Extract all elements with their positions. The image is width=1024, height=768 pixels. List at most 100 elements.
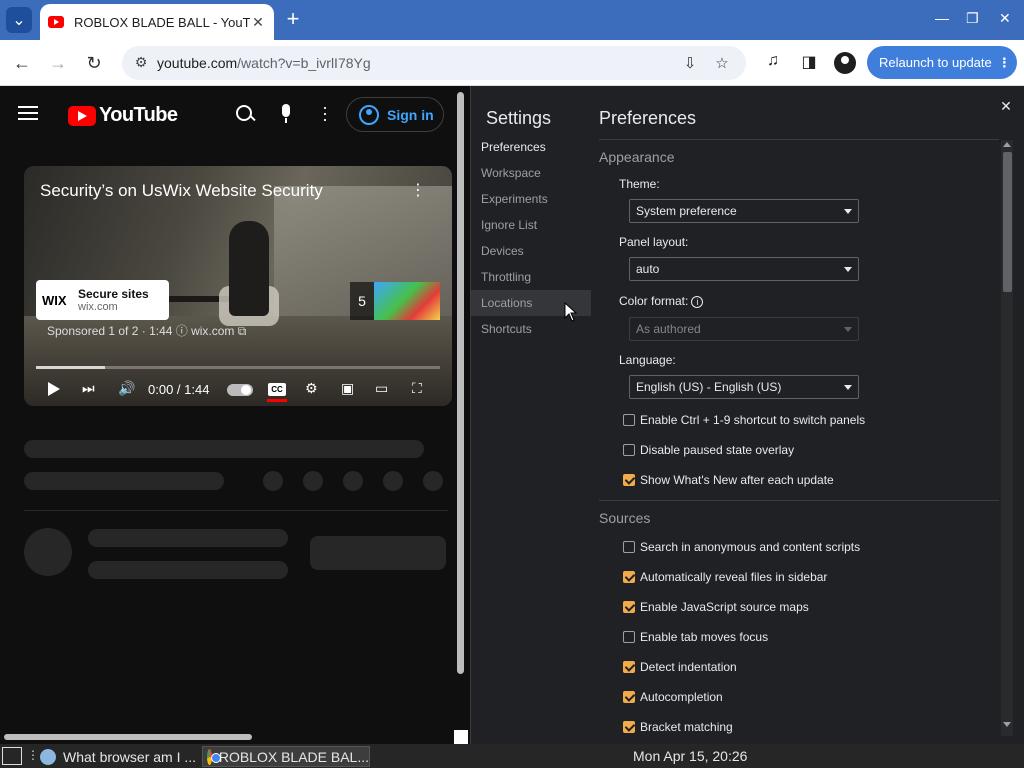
- autoplay-toggle[interactable]: [227, 384, 253, 396]
- menu-icon[interactable]: [18, 106, 38, 120]
- scroll-up-arrow-icon[interactable]: [1003, 142, 1011, 147]
- tab-youtube[interactable]: ROBLOX BLADE BALL - YouTube ✕: [40, 4, 274, 40]
- forward-button[interactable]: →: [46, 51, 70, 75]
- settings-gear-icon[interactable]: ⚙: [305, 380, 318, 398]
- search-icon[interactable]: [234, 103, 256, 125]
- address-bar[interactable]: ⚙ youtube.com/watch?v=b_ivrlI78Yg ⇩ ☆: [122, 46, 746, 80]
- relaunch-button[interactable]: Relaunch to update ⋮: [867, 46, 1017, 79]
- back-button[interactable]: ←: [10, 51, 34, 75]
- taskbar-item-browser-1[interactable]: What browser am I ...: [36, 746, 198, 767]
- more-menu-icon[interactable]: ⋮: [998, 55, 1011, 71]
- close-settings-icon[interactable]: ✕: [999, 98, 1013, 115]
- reload-button[interactable]: ↻: [82, 51, 106, 75]
- miniplayer-icon[interactable]: ▣: [341, 380, 354, 398]
- volume-icon[interactable]: 🔊: [118, 380, 135, 398]
- checkbox-whats-new[interactable]: Show What's New after each update: [623, 472, 834, 488]
- language-value: English (US) - English (US): [636, 380, 782, 394]
- tab-search-button[interactable]: ⌄: [6, 7, 32, 33]
- video-player[interactable]: Security’s on Us⁣Wix Website Security ⋮ …: [24, 166, 452, 406]
- language-select[interactable]: English (US) - English (US): [629, 375, 859, 399]
- file-manager-icon[interactable]: [2, 747, 22, 765]
- restore-icon[interactable]: ❐: [966, 10, 979, 27]
- skeleton-button: [310, 536, 446, 570]
- account-icon: [359, 104, 379, 125]
- checkbox-box[interactable]: [623, 541, 635, 553]
- checkbox-label: Enable JavaScript source maps: [640, 600, 809, 614]
- color-format-select: As authored: [629, 317, 859, 341]
- close-window-icon[interactable]: ✕: [999, 10, 1011, 27]
- settings-nav-throttling[interactable]: Throttling: [471, 264, 591, 290]
- profile-avatar-icon[interactable]: [834, 52, 856, 74]
- dropdown-arrow-icon: [844, 327, 852, 332]
- microphone-icon[interactable]: [280, 104, 292, 124]
- settings-nav-experiments[interactable]: Experiments: [471, 186, 591, 212]
- minimize-icon[interactable]: —: [935, 10, 949, 26]
- youtube-logo[interactable]: YouTube: [68, 104, 178, 127]
- theme-select[interactable]: System preference: [629, 199, 859, 223]
- info-icon[interactable]: i: [691, 296, 704, 308]
- checkbox-bracket-matching[interactable]: Bracket matching: [623, 719, 733, 735]
- settings-title: Settings: [486, 108, 552, 128]
- checkbox-box[interactable]: [623, 474, 635, 486]
- checkbox-box[interactable]: [623, 631, 635, 643]
- checkbox-detect-indentation[interactable]: Detect indentation: [623, 659, 737, 675]
- site-info-icon[interactable]: ⚙: [132, 54, 150, 72]
- taskbar-item-label: What browser am I ...: [63, 748, 197, 765]
- settings-nav-preferences[interactable]: Preferences: [471, 134, 591, 160]
- progress-bar[interactable]: [36, 366, 440, 369]
- side-panel-icon[interactable]: ◨: [798, 52, 820, 74]
- checkbox-box[interactable]: [623, 444, 635, 456]
- settings-nav-devices[interactable]: Devices: [471, 238, 591, 264]
- checkbox-anonymous-scripts[interactable]: Search in anonymous and content scripts: [623, 539, 860, 555]
- skeleton-subtitle: [24, 472, 224, 490]
- horizontal-scrollbar-thumb[interactable]: [4, 734, 252, 740]
- theater-mode-icon[interactable]: ▭: [375, 380, 388, 398]
- fullscreen-icon[interactable]: ⛶: [412, 380, 422, 398]
- scroll-down-arrow-icon[interactable]: [1003, 722, 1011, 727]
- checkbox-box[interactable]: [623, 571, 635, 583]
- media-controls-icon[interactable]: ♫: [762, 52, 784, 74]
- page-scrollbar-thumb[interactable]: [457, 92, 464, 674]
- settings-kebab-icon[interactable]: · · ·: [320, 98, 330, 128]
- video-more-icon[interactable]: ⋮: [410, 180, 426, 200]
- tab-title: ROBLOX BLADE BALL - YouTube: [74, 14, 250, 30]
- checkbox-box[interactable]: [623, 721, 635, 733]
- settings-scrollbar-thumb[interactable]: [1003, 152, 1012, 292]
- checkbox-ctrl-shortcut[interactable]: Enable Ctrl + 1-9 shortcut to switch pan…: [623, 412, 865, 428]
- new-tab-button[interactable]: +: [282, 8, 304, 32]
- checkbox-source-maps[interactable]: Enable JavaScript source maps: [623, 599, 809, 615]
- skeleton-channel-sub: [88, 561, 288, 579]
- taskbar: ⋮ What browser am I ... ROBLOX BLADE BAL…: [0, 744, 1024, 768]
- settings-nav-workspace[interactable]: Workspace: [471, 160, 591, 186]
- install-app-icon[interactable]: ⇩: [680, 54, 700, 74]
- checkbox-label: Autocompletion: [640, 690, 723, 704]
- sponsored-info[interactable]: Sponsored 1 of 2 · 1:44 ⓘ wix.com ⧉: [47, 322, 246, 339]
- youtube-wordmark: YouTube: [99, 104, 178, 126]
- panel-layout-select[interactable]: auto: [629, 257, 859, 281]
- checkbox-paused-overlay[interactable]: Disable paused state overlay: [623, 442, 794, 458]
- tab-close-icon[interactable]: ✕: [250, 14, 266, 30]
- checkbox-autocompletion[interactable]: Autocompletion: [623, 689, 723, 705]
- ad-card[interactable]: WIX Secure sites wix.com: [36, 280, 169, 320]
- video-title[interactable]: Security’s on Us⁣Wix Website Security: [40, 181, 323, 201]
- theme-select-value: System preference: [636, 204, 737, 218]
- checkbox-box[interactable]: [623, 414, 635, 426]
- play-icon[interactable]: [48, 382, 60, 396]
- checkbox-reveal-files[interactable]: Automatically reveal files in sidebar: [623, 569, 827, 585]
- bookmark-star-icon[interactable]: ☆: [712, 54, 732, 74]
- subtitles-icon[interactable]: CC: [268, 383, 286, 396]
- checkbox-box[interactable]: [623, 661, 635, 673]
- settings-nav-ignore-list[interactable]: Ignore List: [471, 212, 591, 238]
- sign-in-button[interactable]: Sign in: [346, 97, 444, 132]
- checkbox-tab-focus[interactable]: Enable tab moves focus: [623, 629, 768, 645]
- relaunch-label: Relaunch to update: [879, 55, 992, 70]
- next-ad-thumbnail[interactable]: 5: [350, 282, 440, 320]
- checkbox-label: Bracket matching: [640, 720, 733, 734]
- subtitles-active-indicator: [267, 399, 287, 402]
- next-icon[interactable]: ⏭: [82, 380, 95, 398]
- skeleton-avatar: [24, 528, 72, 576]
- checkbox-box[interactable]: [623, 601, 635, 613]
- checkbox-box[interactable]: [623, 691, 635, 703]
- taskbar-item-browser-2[interactable]: ROBLOX BLADE BAL...: [202, 746, 370, 767]
- section-divider: [599, 500, 999, 501]
